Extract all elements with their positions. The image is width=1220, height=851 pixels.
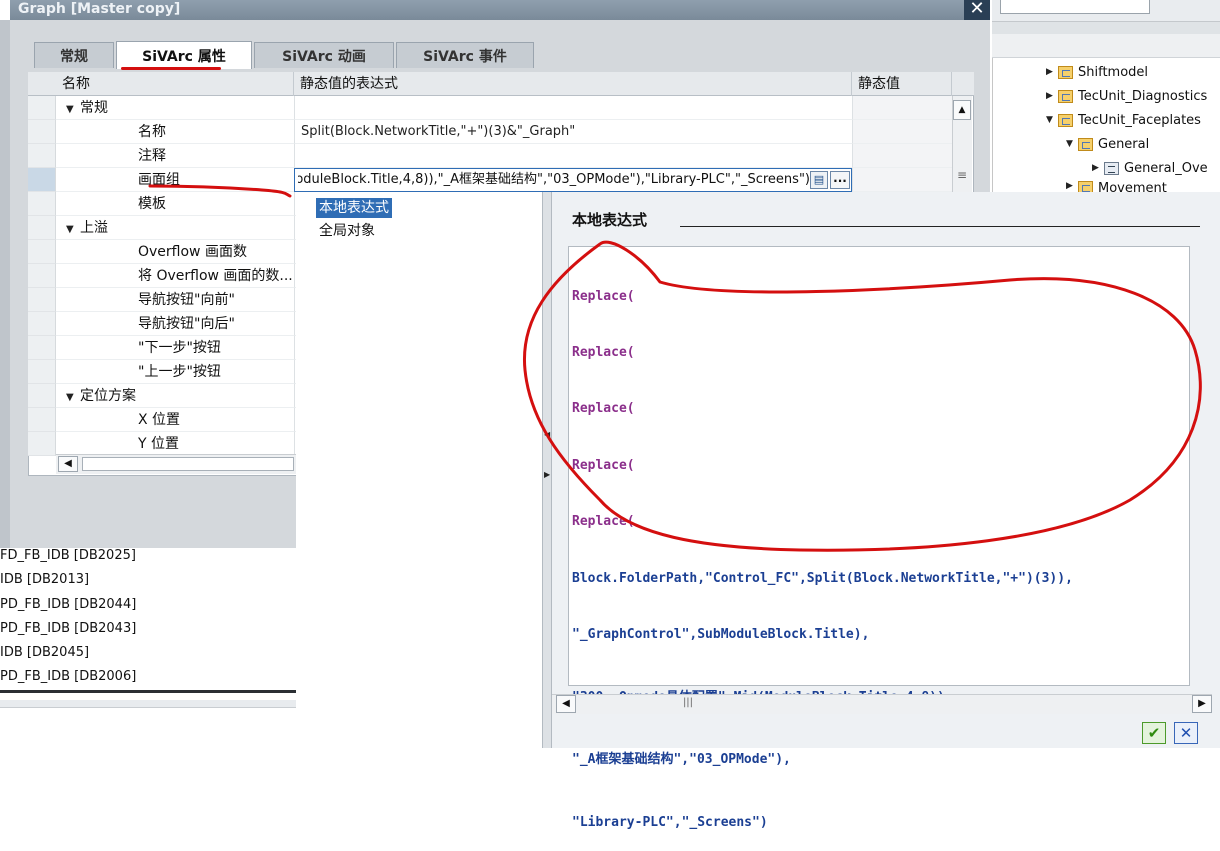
row-label: Overflow 画面数 — [56, 240, 294, 264]
expression-code[interactable]: Replace( Replace( Replace( Replace( Repl… — [572, 250, 1172, 851]
code-line: Replace( — [572, 401, 635, 417]
scroll-up-icon[interactable]: ▲ — [953, 100, 971, 120]
tree-item-tecunit-diagnostics[interactable]: ▶ TecUnit_Diagnostics — [1046, 85, 1207, 107]
expression-input-value: Replace(Replace(Replace(Replace(Replace(… — [298, 172, 810, 187]
row-label: 定位方案 — [80, 388, 136, 404]
collapse-icon[interactable]: ▼ — [66, 386, 80, 407]
tab-annotation-underline — [121, 67, 221, 70]
nav-global-objects[interactable]: 全局对象 — [316, 221, 378, 241]
expression-list-button[interactable]: ▤ — [810, 171, 828, 189]
tree-item-label: General_Ove — [1124, 160, 1208, 176]
folder-icon — [1058, 89, 1073, 103]
section-divider — [680, 226, 1200, 227]
tree-toolbar-strip — [992, 22, 1220, 34]
background-list-item[interactable]: FD_FB_IDB [DB2025] — [0, 548, 136, 563]
tree-item-shiftmodel[interactable]: ▶ Shiftmodel — [1046, 61, 1148, 83]
expand-right-icon[interactable]: ▶ — [1046, 91, 1058, 101]
background-list-item[interactable]: PD_FB_IDB [DB2006] — [0, 669, 136, 684]
tree-item-general-ove[interactable]: ▶ General_Ove — [1092, 157, 1208, 179]
collapse-icon[interactable]: ▼ — [66, 98, 80, 119]
expand-down-icon[interactable]: ▼ — [1046, 115, 1058, 125]
scroll-grip-icon[interactable]: ≡ — [953, 168, 971, 192]
row-label: 导航按钮"向后" — [56, 312, 294, 336]
tree-item-label: Shiftmodel — [1078, 64, 1149, 80]
tree-item-label: TecUnit_Faceplates — [1078, 112, 1201, 128]
row-label: X 位置 — [56, 408, 294, 432]
expand-right-icon[interactable]: ▶ — [1092, 163, 1104, 173]
editor-navigation — [296, 192, 542, 748]
collapse-icon[interactable]: ▼ — [66, 218, 80, 239]
row-label: 将 Overflow 画面的数... — [56, 264, 294, 288]
background-list-item[interactable]: IDB [DB2045] — [0, 645, 89, 660]
tree-item-general[interactable]: ▼ General — [1066, 133, 1149, 155]
scroll-left-icon[interactable]: ◀ — [58, 456, 78, 472]
background-scrollbar[interactable] — [0, 700, 296, 708]
row-label: 常规 — [80, 100, 108, 116]
expand-right-icon[interactable]: ▶ — [1046, 67, 1058, 77]
tree-filter-input[interactable] — [1000, 0, 1150, 14]
tab-sivarc-properties[interactable]: SiVArc 属性 — [116, 41, 252, 69]
tree-item-label: TecUnit_Diagnostics — [1078, 88, 1208, 104]
expand-right-icon[interactable]: ▶ — [1066, 181, 1078, 191]
code-line: Replace( — [572, 457, 635, 473]
tree-item-tecunit-faceplates[interactable]: ▼ TecUnit_Faceplates — [1046, 109, 1201, 131]
scroll-grip-icon[interactable]: ||| — [682, 697, 694, 711]
tab-sivarc-events[interactable]: SiVArc 事件 — [396, 42, 534, 68]
code-line: "_A框架基础结构","03_OPMode"), — [572, 752, 791, 768]
tab-general[interactable]: 常规 — [34, 42, 114, 68]
dialog-shadow — [0, 20, 10, 548]
splitter-left-icon[interactable]: ◀ — [544, 430, 550, 439]
table-row[interactable]: 名称 Split(Block.NetworkTitle,"+")(3)&"_Gr… — [28, 120, 952, 144]
folder-icon — [1058, 113, 1073, 127]
editor-horizontal-scrollbar[interactable] — [552, 694, 1212, 714]
close-button[interactable]: ✕ — [964, 0, 990, 20]
background-list-item[interactable]: PD_FB_IDB [DB2044] — [0, 597, 136, 612]
expression-more-button[interactable]: ... — [830, 171, 850, 189]
code-line: Replace( — [572, 288, 635, 304]
cancel-button[interactable]: ✕ — [1174, 722, 1198, 744]
row-label: 注释 — [56, 144, 294, 168]
row-label: 导航按钮"向前" — [56, 288, 294, 312]
row-label: "上一步"按钮 — [56, 360, 294, 384]
tree-header-strip — [992, 34, 1220, 58]
background-list-item[interactable]: PD_FB_IDB [DB2043] — [0, 621, 136, 636]
row-label: 上溢 — [80, 220, 108, 236]
row-label: "下一步"按钮 — [56, 336, 294, 360]
row-label: 模板 — [56, 192, 294, 216]
folder-icon — [1078, 137, 1093, 151]
code-line: "_GraphControl",SubModuleBlock.Title), — [572, 626, 870, 642]
column-header-name[interactable]: 名称 — [56, 72, 294, 96]
scroll-left-icon[interactable]: ◀ — [556, 695, 576, 713]
row-label: 名称 — [56, 120, 294, 144]
code-line: Replace( — [572, 344, 635, 360]
screen-block-icon — [1104, 161, 1119, 175]
background-list-item[interactable]: IDB [DB2013] — [0, 572, 89, 587]
confirm-button[interactable]: ✔ — [1142, 722, 1166, 744]
column-header-static-value[interactable]: 静态值 — [852, 72, 952, 96]
table-row[interactable]: ▼ 常规 — [28, 96, 952, 120]
scroll-right-icon[interactable]: ▶ — [1192, 695, 1212, 713]
row-label: 画面组 — [56, 168, 294, 192]
code-line: Block.FolderPath,"Control_FC",Split(Bloc… — [572, 570, 1073, 586]
splitter-right-icon[interactable]: ▶ — [544, 470, 550, 479]
section-title: 本地表达式 — [572, 211, 648, 229]
column-header-expression[interactable]: 静态值的表达式 — [294, 72, 852, 96]
nav-local-expression[interactable]: 本地表达式 — [316, 198, 392, 218]
code-line: Replace( — [572, 514, 635, 530]
folder-icon — [1058, 65, 1073, 79]
code-line: "Library-PLC","_Screens") — [572, 814, 768, 830]
tree-item-label: General — [1098, 136, 1150, 152]
tab-sivarc-animation[interactable]: SiVArc 动画 — [254, 42, 394, 68]
dialog-title: Graph [Master copy] — [18, 1, 181, 17]
expand-down-icon[interactable]: ▼ — [1066, 139, 1078, 149]
background-divider — [0, 690, 296, 693]
scroll-thumb[interactable] — [82, 457, 294, 471]
row-expression[interactable]: Split(Block.NetworkTitle,"+")(3)&"_Graph… — [294, 120, 852, 144]
row-label: Y 位置 — [56, 432, 294, 456]
table-row[interactable]: 注释 — [28, 144, 952, 168]
